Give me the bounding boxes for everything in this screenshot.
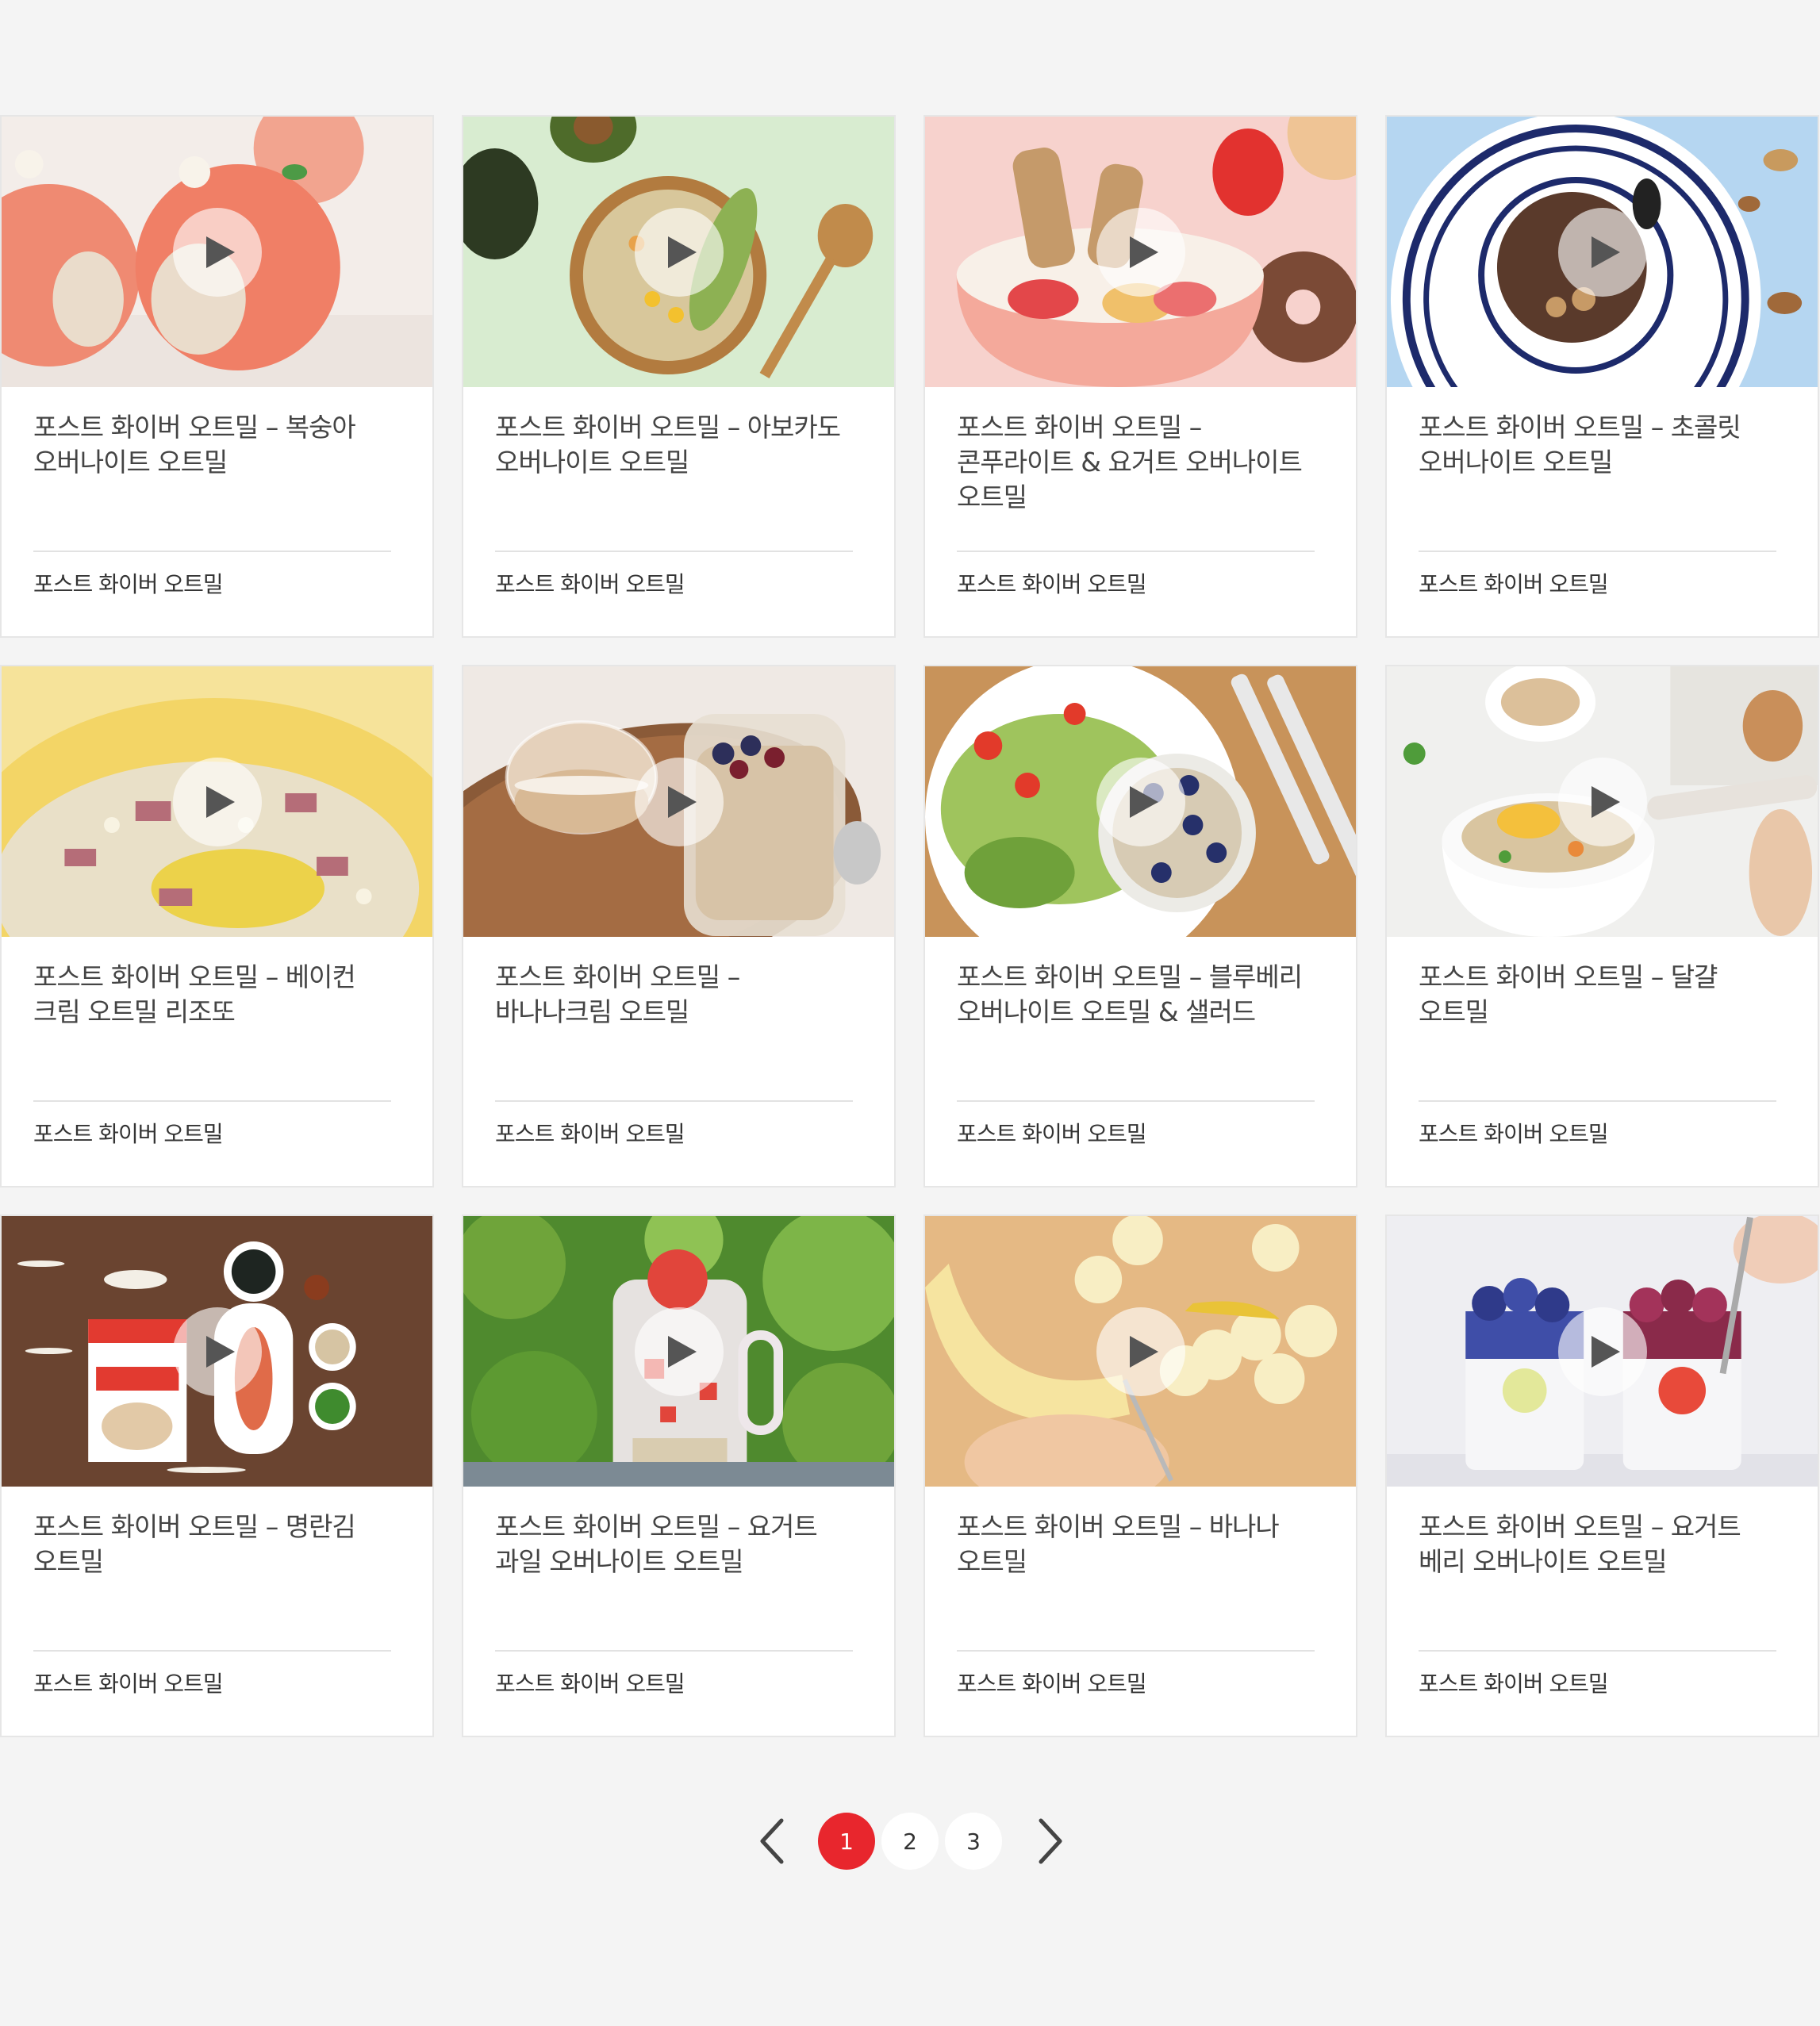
play-button[interactable]: [634, 1307, 724, 1396]
recipe-title[interactable]: 포스트 화이버 오트밀 – 요거트 과일 오버나이트 오트밀: [495, 1510, 847, 1579]
recipe-category: 포스트 화이버 오트밀: [957, 571, 1147, 597]
prev-page-button[interactable]: [753, 1816, 793, 1867]
divider: [957, 1650, 1315, 1652]
video-thumbnail[interactable]: [2, 1216, 432, 1487]
video-thumbnail[interactable]: [463, 666, 894, 937]
recipe-title[interactable]: 포스트 화이버 오트밀 – 콘푸라이트 & 요거트 오버나이트 오트밀: [957, 410, 1308, 515]
pagination: 1 2 3: [0, 1811, 1820, 1871]
page-3-button[interactable]: 3: [945, 1813, 1002, 1870]
recipe-category: 포스트 화이버 오트밀: [495, 1671, 685, 1697]
recipe-card[interactable]: 포스트 화이버 오트밀 – 복숭아 오버나이트 오트밀 포스트 화이버 오트밀: [0, 115, 434, 638]
video-thumbnail[interactable]: [2, 666, 432, 937]
recipe-category: 포스트 화이버 오트밀: [33, 1121, 224, 1147]
next-page-button[interactable]: [1030, 1816, 1069, 1867]
play-icon: [1591, 1335, 1620, 1368]
divider: [957, 1100, 1315, 1102]
divider: [495, 551, 853, 552]
divider: [1419, 551, 1776, 552]
video-thumbnail[interactable]: [1387, 117, 1818, 387]
play-button[interactable]: [634, 207, 724, 297]
recipe-title[interactable]: 포스트 화이버 오트밀 – 명란김 오트밀: [33, 1510, 385, 1579]
play-icon: [1129, 236, 1158, 268]
divider: [33, 1100, 391, 1102]
recipe-title[interactable]: 포스트 화이버 오트밀 – 바나나 오트밀: [957, 1510, 1308, 1579]
page-2-button[interactable]: 2: [881, 1813, 939, 1870]
video-thumbnail[interactable]: [925, 666, 1356, 937]
play-button[interactable]: [1557, 757, 1647, 846]
recipe-card[interactable]: 포스트 화이버 오트밀 – 바나나 오트밀 포스트 화이버 오트밀: [923, 1214, 1357, 1737]
recipe-category: 포스트 화이버 오트밀: [957, 1671, 1147, 1697]
divider: [1419, 1650, 1776, 1652]
play-button[interactable]: [172, 1307, 262, 1396]
video-thumbnail[interactable]: [463, 1216, 894, 1487]
recipe-title[interactable]: 포스트 화이버 오트밀 – 아보카도 오버나이트 오트밀: [495, 410, 847, 480]
video-thumbnail[interactable]: [1387, 666, 1818, 937]
divider: [957, 551, 1315, 552]
recipe-category: 포스트 화이버 오트밀: [33, 571, 224, 597]
video-thumbnail[interactable]: [1387, 1216, 1818, 1487]
recipe-card[interactable]: 포스트 화이버 오트밀 – 아보카도 오버나이트 오트밀 포스트 화이버 오트밀: [462, 115, 896, 638]
play-button[interactable]: [1096, 757, 1185, 846]
recipe-category: 포스트 화이버 오트밀: [33, 1671, 224, 1697]
chevron-left-icon: [760, 1818, 784, 1864]
recipe-category: 포스트 화이버 오트밀: [957, 1121, 1147, 1147]
recipe-title[interactable]: 포스트 화이버 오트밀 – 요거트 베리 오버나이트 오트밀: [1419, 1510, 1770, 1579]
play-button[interactable]: [1557, 207, 1647, 297]
recipe-title[interactable]: 포스트 화이버 오트밀 – 달걀 오트밀: [1419, 960, 1770, 1030]
recipe-title[interactable]: 포스트 화이버 오트밀 – 초콜릿 오버나이트 오트밀: [1419, 410, 1770, 480]
divider: [495, 1100, 853, 1102]
play-icon: [667, 785, 697, 818]
play-button[interactable]: [1096, 1307, 1185, 1396]
play-icon: [1129, 785, 1158, 818]
recipe-card[interactable]: 포스트 화이버 오트밀 – 요거트 과일 오버나이트 오트밀 포스트 화이버 오…: [462, 1214, 896, 1737]
play-button[interactable]: [1557, 1307, 1647, 1396]
recipe-category: 포스트 화이버 오트밀: [1419, 571, 1609, 597]
video-thumbnail[interactable]: [925, 117, 1356, 387]
video-thumbnail[interactable]: [925, 1216, 1356, 1487]
divider: [33, 551, 391, 552]
divider: [33, 1650, 391, 1652]
recipe-title[interactable]: 포스트 화이버 오트밀 – 바나나크림 오트밀: [495, 960, 847, 1030]
recipe-title[interactable]: 포스트 화이버 오트밀 – 베이컨 크림 오트밀 리조또: [33, 960, 385, 1030]
recipe-card[interactable]: 포스트 화이버 오트밀 – 요거트 베리 오버나이트 오트밀 포스트 화이버 오…: [1385, 1214, 1819, 1737]
play-button[interactable]: [172, 757, 262, 846]
play-button[interactable]: [634, 757, 724, 846]
recipe-category: 포스트 화이버 오트밀: [495, 1121, 685, 1147]
play-icon: [1591, 785, 1620, 818]
recipe-card[interactable]: 포스트 화이버 오트밀 – 베이컨 크림 오트밀 리조또 포스트 화이버 오트밀: [0, 665, 434, 1188]
chevron-right-icon: [1039, 1818, 1062, 1864]
play-button[interactable]: [1096, 207, 1185, 297]
play-button[interactable]: [172, 207, 262, 297]
video-thumbnail[interactable]: [2, 117, 432, 387]
recipe-card[interactable]: 포스트 화이버 오트밀 – 초콜릿 오버나이트 오트밀 포스트 화이버 오트밀: [1385, 115, 1819, 638]
divider: [1419, 1100, 1776, 1102]
play-icon: [205, 1335, 235, 1368]
recipe-card[interactable]: 포스트 화이버 오트밀 – 바나나크림 오트밀 포스트 화이버 오트밀: [462, 665, 896, 1188]
recipe-card[interactable]: 포스트 화이버 오트밀 – 달걀 오트밀 포스트 화이버 오트밀: [1385, 665, 1819, 1188]
play-icon: [667, 236, 697, 268]
play-icon: [205, 236, 235, 268]
recipe-title[interactable]: 포스트 화이버 오트밀 – 블루베리 오버나이트 오트밀 & 샐러드: [957, 960, 1308, 1030]
recipe-category: 포스트 화이버 오트밀: [495, 571, 685, 597]
play-icon: [667, 1335, 697, 1368]
play-icon: [1129, 1335, 1158, 1368]
recipe-card[interactable]: 포스트 화이버 오트밀 – 블루베리 오버나이트 오트밀 & 샐러드 포스트 화…: [923, 665, 1357, 1188]
recipe-card[interactable]: 포스트 화이버 오트밀 – 콘푸라이트 & 요거트 오버나이트 오트밀 포스트 …: [923, 115, 1357, 638]
play-icon: [1591, 236, 1620, 268]
play-icon: [205, 785, 235, 818]
video-thumbnail[interactable]: [463, 117, 894, 387]
recipe-grid: 포스트 화이버 오트밀 – 복숭아 오버나이트 오트밀 포스트 화이버 오트밀: [0, 115, 1820, 1737]
recipe-title[interactable]: 포스트 화이버 오트밀 – 복숭아 오버나이트 오트밀: [33, 410, 385, 480]
divider: [495, 1650, 853, 1652]
recipe-category: 포스트 화이버 오트밀: [1419, 1121, 1609, 1147]
page-1-button[interactable]: 1: [818, 1813, 875, 1870]
recipe-card[interactable]: 포스트 화이버 오트밀 – 명란김 오트밀 포스트 화이버 오트밀: [0, 1214, 434, 1737]
recipe-category: 포스트 화이버 오트밀: [1419, 1671, 1609, 1697]
